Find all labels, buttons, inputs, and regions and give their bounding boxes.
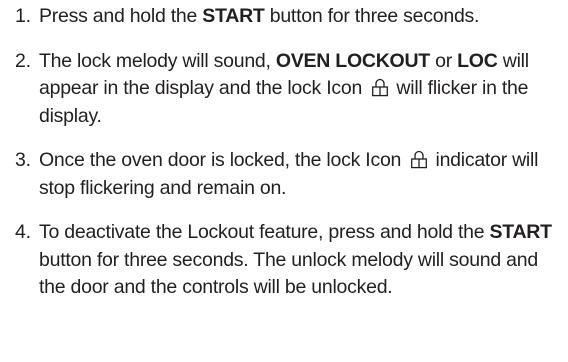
step-text: button for three seconds. xyxy=(264,5,480,27)
step-text: To deactivate the Lockout feature, press… xyxy=(39,221,490,243)
step-number: 4. xyxy=(15,221,31,243)
step-3: 3. Once the oven door is locked, the loc… xyxy=(0,147,568,202)
loc-label: LOC xyxy=(457,49,498,72)
step-number: 3. xyxy=(15,149,31,171)
start-button-label: START xyxy=(489,221,552,243)
step-text: The lock melody will sound, xyxy=(39,49,276,72)
step-number: 2. xyxy=(15,49,31,72)
oven-lockout-label: OVEN LOCKOUT xyxy=(275,49,430,72)
step-text: Once the oven door is locked, the lock I… xyxy=(39,149,407,171)
lock-icon xyxy=(371,78,389,97)
lock-icon xyxy=(410,150,428,169)
step-text: Press and hold the xyxy=(39,5,203,27)
step-2: 2. The lock melody will sound, OVEN LOCK… xyxy=(0,48,568,131)
step-4: 4. To deactivate the Lockout feature, pr… xyxy=(0,219,568,302)
step-text: button for three seconds. The unlock mel… xyxy=(39,248,538,299)
step-1: 1. Press and hold the START button for t… xyxy=(0,3,568,31)
step-text: or xyxy=(429,49,458,72)
lockout-instructions-list: 1. Press and hold the START button for t… xyxy=(0,0,568,302)
start-button-label: START xyxy=(202,5,265,27)
step-number: 1. xyxy=(15,5,31,27)
